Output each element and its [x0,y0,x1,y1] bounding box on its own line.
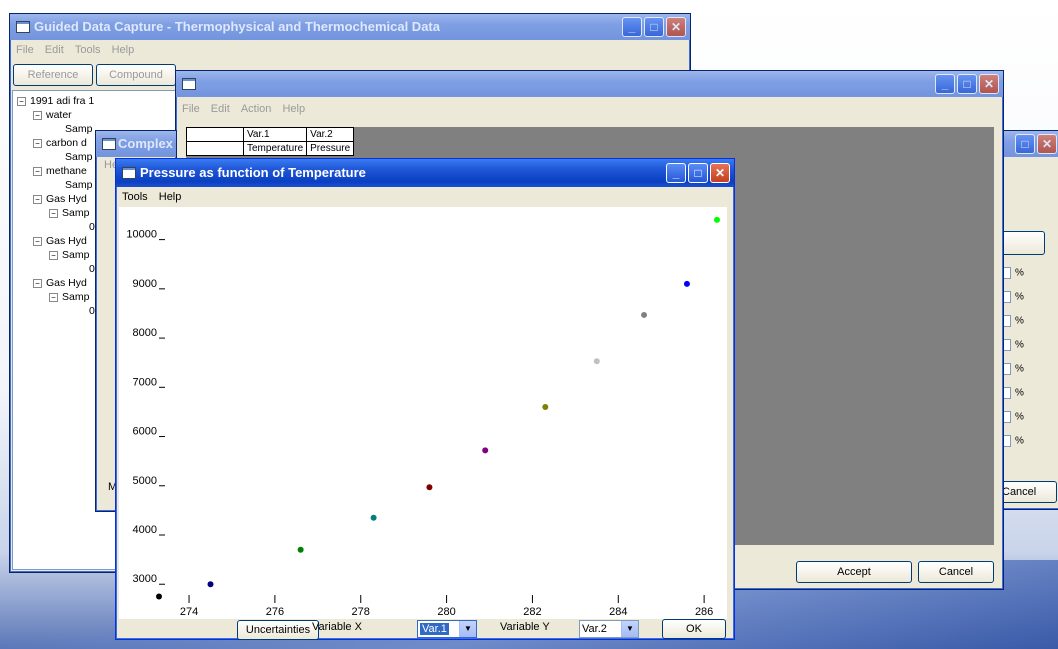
app-icon [102,138,116,150]
menu-help[interactable]: Help [112,44,135,56]
maximize-icon[interactable]: □ [644,17,664,37]
tree-node[interactable]: − Gas Hyd [33,193,87,205]
y-tick-label: 5000 [133,475,157,487]
tree-node[interactable]: −1991 adi fra 1 [17,95,94,107]
data-point [542,404,549,410]
ok-button[interactable]: OK [662,619,726,639]
menu-action[interactable]: Action [241,103,272,115]
compound-tab[interactable]: Compound [96,64,176,86]
maximize-icon[interactable]: □ [1015,134,1035,154]
tree-node[interactable]: Samp [65,179,92,191]
tree-node[interactable]: − water [33,109,72,121]
data-point [297,546,304,553]
cancel-button[interactable]: Cancel [918,561,994,583]
data-point [641,311,648,318]
menu-help[interactable]: Help [282,103,305,115]
grid-header-var2[interactable]: Var.2 [306,127,355,142]
main-menubar: File Edit Tools Help [12,41,138,59]
minimize-icon[interactable]: _ [935,74,955,94]
variable-y-label: Variable Y [500,621,550,633]
tree-node[interactable]: − methane [33,165,87,177]
close-icon[interactable]: ✕ [710,163,730,183]
x-tick-label: 276 [266,606,284,618]
variable-x-select[interactable]: Var.1 ▼ [417,620,477,638]
data-point [156,593,162,600]
accept-button[interactable]: Accept [796,561,912,583]
data-grid[interactable]: Var.1 Var.2 Temperature Pressure [186,127,355,156]
menu-tools[interactable]: Tools [122,191,148,203]
menu-help[interactable]: Help [159,191,182,203]
maximize-icon[interactable]: □ [688,163,708,183]
close-icon[interactable]: ✕ [1037,134,1057,154]
data-title-bar[interactable]: _ □ ✕ [176,71,1003,97]
data-point [370,514,377,521]
tree-node[interactable]: Samp [65,151,92,163]
tree-node[interactable]: − Samp [49,207,89,219]
tree-node[interactable]: Samp [65,123,92,135]
data-point [207,581,214,588]
data-menubar: File Edit Action Help [178,100,309,118]
x-tick-label: 286 [695,606,713,618]
plot-window: Pressure as function of Temperature _ □ … [115,158,735,640]
y-tick-label: 9000 [133,278,157,290]
data-point [593,358,600,365]
app-icon [16,21,30,33]
complex-title: Complex [118,136,173,151]
main-title: Guided Data Capture - Thermophysical and… [34,19,440,34]
tree-node[interactable]: − Samp [49,249,89,261]
menu-file[interactable]: File [182,103,200,115]
grid-corner [186,127,244,142]
tree-node[interactable]: − Gas Hyd [33,235,87,247]
menu-edit[interactable]: Edit [211,103,230,115]
variable-x-label: Variable X [312,621,362,633]
data-point [683,280,690,287]
uncertainties-button[interactable]: Uncertainties [237,620,319,640]
y-tick-label: 8000 [133,327,157,339]
x-tick-label: 282 [523,606,541,618]
data-point [482,447,489,454]
app-icon [122,167,136,179]
grid-sub-pressure[interactable]: Pressure [306,141,355,156]
menu-file[interactable]: File [16,44,34,56]
x-tick-label: 278 [352,606,370,618]
reference-tab[interactable]: Reference [13,64,93,86]
x-tick-label: 280 [437,606,455,618]
y-tick-label: 4000 [133,524,157,536]
plot-title-bar[interactable]: Pressure as function of Temperature _ □ … [116,159,734,187]
y-tick-label: 6000 [133,426,157,438]
minimize-icon[interactable]: _ [622,17,642,37]
plot-menubar: Tools Help [118,188,185,206]
complex-title-bar[interactable]: Complex [96,131,176,157]
x-tick-label: 274 [180,606,198,618]
data-point [714,216,720,223]
grid-sub-temperature[interactable]: Temperature [242,141,308,156]
close-icon[interactable]: ✕ [979,74,999,94]
grid-corner [186,141,244,156]
tree-node[interactable]: 0 [89,305,95,317]
tree-node[interactable]: 0 [89,263,95,275]
grid-header-var1[interactable]: Var.1 [242,127,308,142]
tree-node[interactable]: − Gas Hyd [33,277,87,289]
y-tick-label: 10000 [126,229,157,241]
menu-edit[interactable]: Edit [45,44,64,56]
minimize-icon[interactable]: _ [666,163,686,183]
tree-node[interactable]: 0 [89,221,95,233]
chevron-down-icon[interactable]: ▼ [459,621,476,637]
tree-node[interactable]: − carbon d [33,137,87,149]
tree-node[interactable]: − Samp [49,291,89,303]
variable-y-select[interactable]: Var.2 ▼ [579,620,639,638]
app-icon [182,78,196,90]
y-tick-label: 7000 [133,376,157,388]
maximize-icon[interactable]: □ [957,74,977,94]
y-tick-label: 3000 [133,573,157,585]
main-title-bar[interactable]: Guided Data Capture - Thermophysical and… [10,14,690,40]
plot-title: Pressure as function of Temperature [140,165,366,180]
data-point [426,484,433,491]
right-cancel-button[interactable]: Cancel [997,481,1057,503]
scatter-chart: 3000 4000 5000 6000 7000 8000 9000 10000 274 276 2… [119,207,727,619]
menu-tools[interactable]: Tools [75,44,101,56]
chevron-down-icon[interactable]: ▼ [621,621,638,637]
x-tick-label: 284 [609,606,627,618]
close-icon[interactable]: ✕ [666,17,686,37]
